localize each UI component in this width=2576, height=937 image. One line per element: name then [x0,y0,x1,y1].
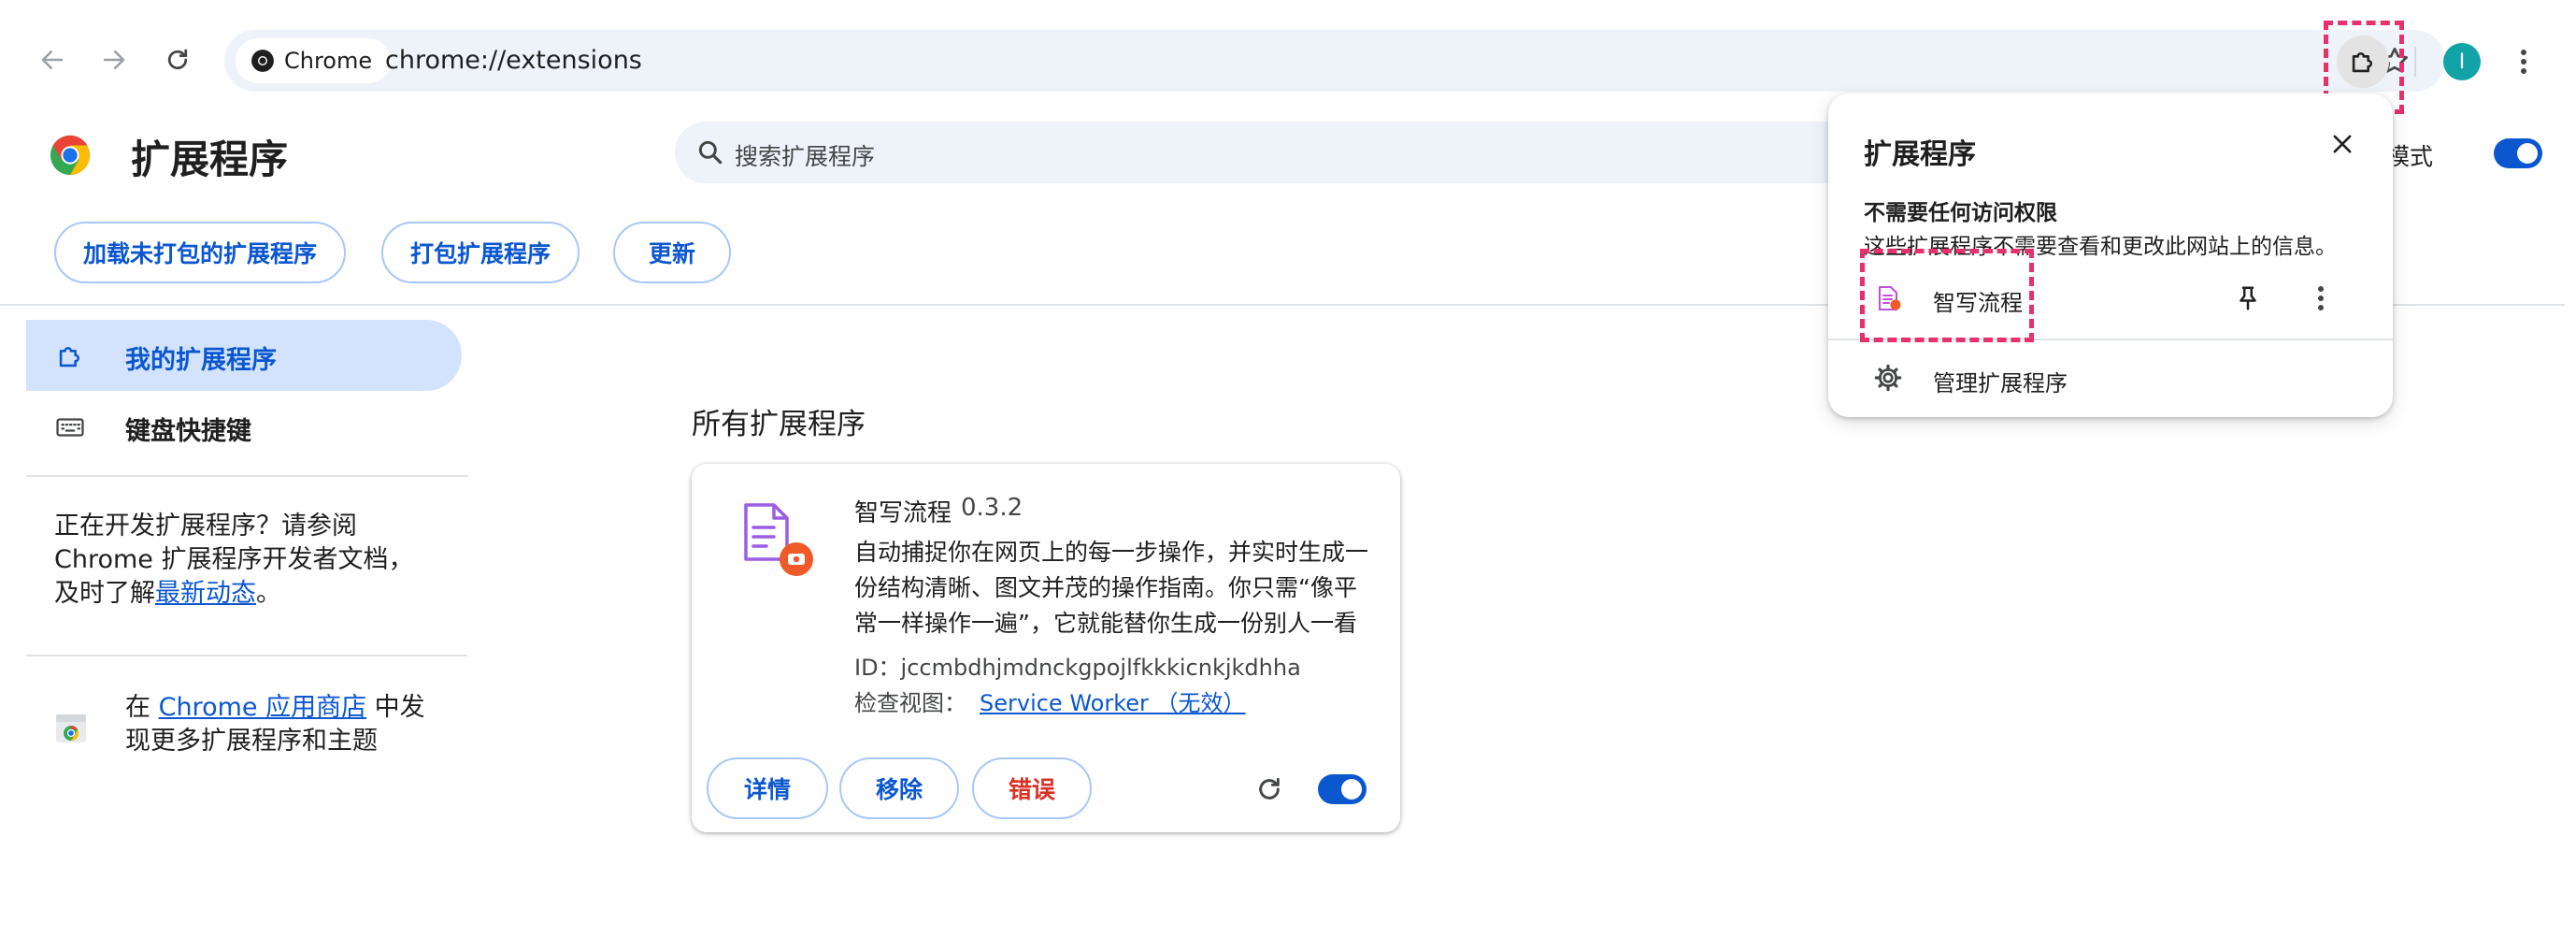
errors-button[interactable]: 错误 [972,757,1092,819]
pack-extension-button[interactable]: 打包扩展程序 [381,222,580,283]
sidebar-item-label: 我的扩展程序 [125,346,277,375]
extension-description: 自动捕捉你在网页上的每一步操作，并实时生成一份结构清晰、图文并茂的操作指南。你只… [854,539,1368,637]
webstore-text-line-1: 在 Chrome 应用商店 中发 [125,690,425,725]
search-placeholder: 搜索扩展程序 [735,143,876,170]
update-button[interactable]: 更新 [613,222,731,283]
popup-title: 扩展程序 [1864,138,1976,171]
all-extensions-heading: 所有扩展程序 [692,408,866,441]
dev-docs-text-line-2: Chrome 扩展程序开发者文档， [54,545,414,574]
inspect-views: 检查视图： Service Worker （无效） [854,685,1246,717]
webstore-suffix: 中发 [366,693,425,722]
extension-enable-toggle[interactable] [1318,774,1367,804]
highlight-extension-item [1860,249,2034,342]
inspect-label: 检查视图： [854,690,966,716]
reload-extension-icon[interactable] [1254,774,1284,804]
details-button[interactable]: 详情 [707,757,828,819]
sidebar-item-label: 键盘快捷键 [125,417,251,446]
extension-card: 智写流程 0.3.2 自动捕捉你在网页上的每一步操作，并实时生成一份结构清晰、图… [692,464,1400,832]
close-icon[interactable] [2329,131,2355,157]
extension-name: 智写流程 [854,499,952,527]
search-icon [698,140,723,165]
reload-icon [167,49,188,70]
developer-mode-toggle[interactable] [2494,138,2542,168]
forward-button[interactable] [92,37,136,82]
sidebar-item-my-extensions[interactable]: 我的扩展程序 [26,320,462,391]
pin-icon[interactable] [2234,284,2262,312]
arrow-left-icon [41,50,64,69]
load-unpacked-button[interactable]: 加载未打包的扩展程序 [54,222,346,283]
chrome-logo-icon [50,135,91,176]
more-vert-icon [2521,50,2526,74]
latest-news-link[interactable]: 最新动态 [155,579,256,608]
browser-toolbar: Chrome chrome://extensions I [0,0,2576,103]
webstore-icon [56,714,86,742]
gear-icon [1874,364,1902,392]
chrome-logo-icon [251,50,274,72]
site-info-chip[interactable]: Chrome [236,38,392,83]
webstore-link[interactable]: Chrome 应用商店 [159,693,367,722]
extension-version: 0.3.2 [961,494,1023,522]
dev-docs-prefix: 及时了解 [54,579,155,608]
extension-logo-icon [744,503,813,576]
chip-label: Chrome [284,48,373,74]
toolbar-divider [2414,47,2416,77]
back-button[interactable] [30,37,75,82]
profile-avatar[interactable]: I [2443,43,2481,80]
page-title: 扩展程序 [131,137,289,182]
webstore-prefix: 在 [125,693,159,722]
browser-menu-button[interactable] [2505,43,2542,80]
sidebar-item-keyboard-shortcuts[interactable]: 键盘快捷键 [26,391,462,462]
reload-button[interactable] [155,37,200,82]
arrow-right-icon [103,50,125,69]
service-worker-link[interactable]: Service Worker （无效） [980,690,1246,716]
remove-button[interactable]: 移除 [839,757,959,819]
address-bar[interactable]: Chrome chrome://extensions [224,30,2445,92]
dev-docs-text-line-3: 及时了解最新动态。 [54,576,281,611]
url-text[interactable]: chrome://extensions [385,46,642,75]
search-extensions-field[interactable]: 搜索扩展程序 [675,122,1890,183]
sidebar-divider [26,475,467,477]
dev-docs-text-line-1: 正在开发扩展程序？请参阅 [54,512,357,541]
manage-extensions-link[interactable]: 管理扩展程序 [1933,365,2068,397]
more-vert-icon[interactable] [2316,284,2326,312]
keyboard-icon [56,418,84,437]
dev-docs-suffix: 。 [256,579,281,608]
extension-icon [59,347,79,368]
sidebar-divider [26,655,467,656]
extension-id: ID：jccmbdhjmdnckgpojlfkkkicnkjkdhha [854,655,1301,681]
popup-subtitle: 不需要任何访问权限 [1864,201,2057,225]
webstore-text-line-2: 现更多扩展程序和主题 [125,727,378,756]
